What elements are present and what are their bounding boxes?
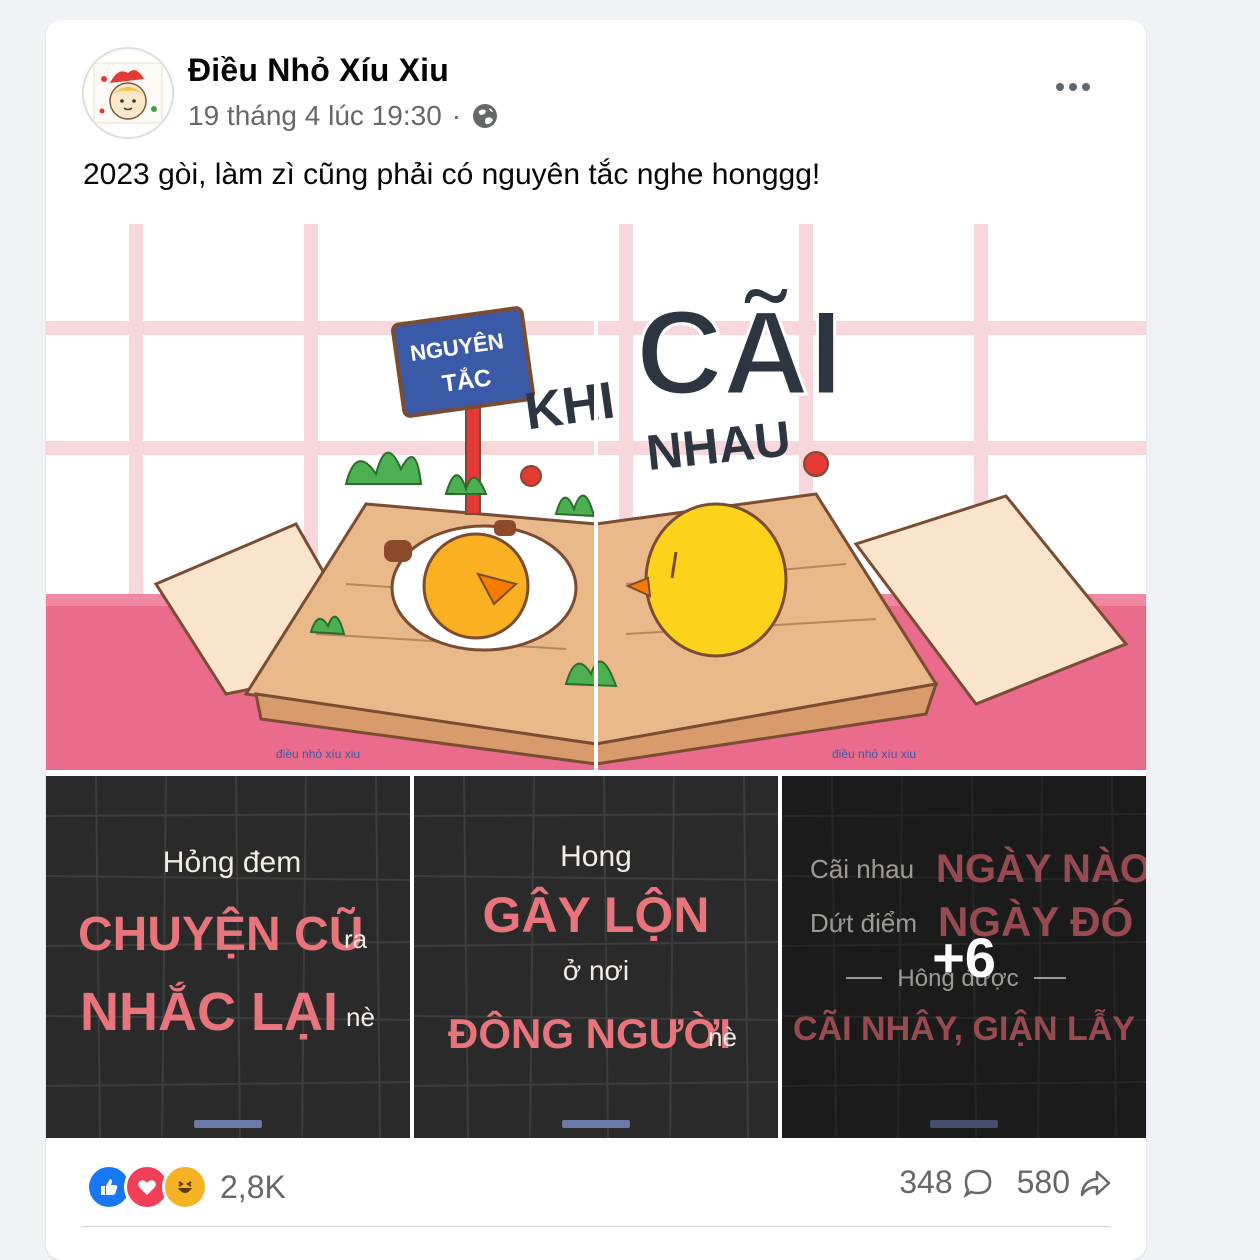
thumb1-line3: NHẮC LẠI <box>80 981 338 1042</box>
dot-icon <box>1082 83 1090 91</box>
thumb2-line1: Hong <box>560 840 632 873</box>
globe-icon <box>473 104 498 128</box>
reaction-count: 2,8K <box>220 1168 286 1205</box>
author-name[interactable]: Điều Nhỏ Xíu Xiu <box>188 52 449 89</box>
hero-watermark-left: điều nhỏ xíu xiu <box>276 747 360 761</box>
thumb2-line3: ở nơi <box>563 955 629 986</box>
thumb1-line1: Hỏng đem <box>163 846 301 879</box>
share-icon <box>1080 1170 1111 1196</box>
comment-count: 348 <box>899 1164 953 1200</box>
haha-icon <box>162 1164 208 1210</box>
thumb1-line2-suffix: ra <box>344 924 368 954</box>
more-photos-count[interactable]: +6 <box>782 776 1146 1138</box>
comment-icon <box>963 1169 991 1198</box>
thumb1-line2: CHUYỆN CŨ <box>78 906 363 961</box>
thumbnail-1-image: Hỏng đem CHUYỆN CŨ ra NHẮC LẠI nè <box>46 776 410 1138</box>
shares-link[interactable]: 580 <box>1017 1164 1112 1201</box>
hero-word-cai: CÃI <box>636 286 843 420</box>
thumbnail-1[interactable]: Hỏng đem CHUYỆN CŨ ra NHẮC LẠI nè <box>46 776 410 1138</box>
thumb2-line4-suffix: nè <box>708 1022 737 1052</box>
comments-link[interactable]: 348 <box>899 1164 994 1201</box>
thumb2-line2: GÂY LỘN <box>483 886 710 943</box>
post-timestamp[interactable]: 19 tháng 4 lúc 19:30 <box>188 100 442 132</box>
meta-separator: · <box>451 100 462 131</box>
author-avatar[interactable] <box>82 47 174 139</box>
more-options-button[interactable] <box>1048 72 1098 102</box>
reactions-summary[interactable]: 2,8K <box>86 1164 286 1210</box>
thumbnail-3[interactable]: Cãi nhau NGÀY NÀO Dứt điểm NGÀY ĐÓ Hông … <box>782 776 1146 1138</box>
post-stats: 2,8K 348 580 <box>46 1148 1146 1228</box>
post-card: Điều Nhỏ Xíu Xiu 19 tháng 4 lúc 19:30 · … <box>46 20 1146 1260</box>
share-count: 580 <box>1016 1164 1070 1200</box>
thumbnail-2[interactable]: Hong GÂY LỘN ở nơi ĐÔNG NGƯỜI nè <box>414 776 778 1138</box>
post-meta: 19 tháng 4 lúc 19:30 · <box>188 98 499 134</box>
dot-icon <box>1056 83 1064 91</box>
post-caption: 2023 gòi, làm zì cũng phải có nguyên tắc… <box>83 158 821 191</box>
thumb1-line3-suffix: nè <box>346 1002 375 1032</box>
dot-icon <box>1069 83 1077 91</box>
actions-divider <box>82 1226 1110 1227</box>
thumb2-line4: ĐÔNG NGƯỜI <box>448 1009 731 1057</box>
avatar-illustration <box>84 49 172 137</box>
engagement-stats: 348 580 <box>899 1164 1112 1201</box>
hero-image[interactable]: NGUYÊN TẮC KHI CÃI NHAU điều nhỏ xíu xiu… <box>46 224 1146 770</box>
thumbnail-2-image: Hong GÂY LỘN ở nơi ĐÔNG NGƯỜI nè <box>414 776 778 1138</box>
hero-watermark-right: điều nhỏ xíu xiu <box>832 747 916 761</box>
hero-word-khi: KHI <box>521 371 618 441</box>
